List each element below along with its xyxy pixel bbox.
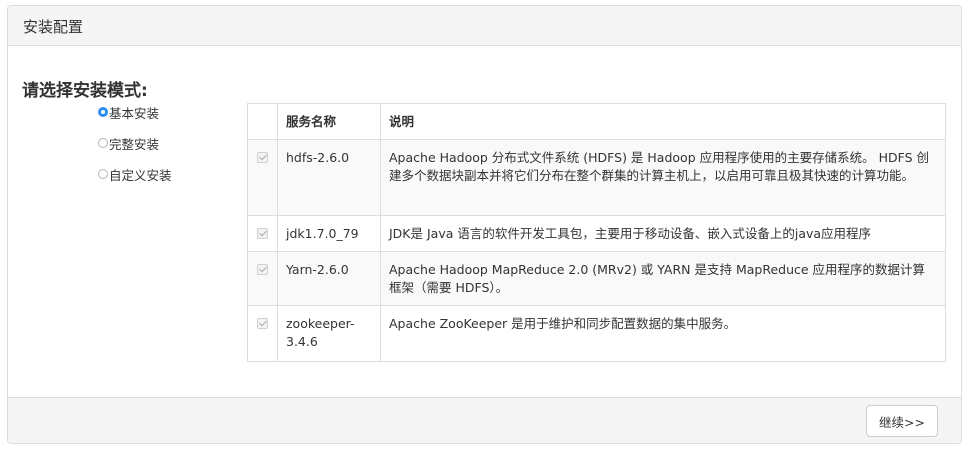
table-row: Yarn-2.6.0 Apache Hadoop MapReduce 2.0 (… — [247, 251, 946, 306]
table-row: zookeeper-3.4.6 Apache ZooKeeper 是用于维护和同… — [247, 305, 946, 362]
radio-custom-install[interactable]: 自定义安装 — [98, 166, 172, 183]
panel-title: 安装配置 — [23, 18, 84, 36]
service-name: jdk1.7.0_79 — [277, 215, 381, 252]
table-row: hdfs-2.6.0 Apache Hadoop 分布式文件系统 (HDFS) … — [247, 139, 946, 216]
service-name: Yarn-2.6.0 — [277, 251, 381, 306]
service-description: Apache ZooKeeper 是用于维护和同步配置数据的集中服务。 — [380, 305, 946, 362]
service-description: JDK是 Java 语言的软件开发工具包，主要用于移动设备、嵌入式设备上的jav… — [380, 215, 946, 252]
header-service-name: 服务名称 — [277, 103, 381, 140]
checkbox-checked-icon[interactable] — [257, 318, 268, 329]
checkbox-checked-icon[interactable] — [257, 264, 268, 275]
checkbox-checked-icon[interactable] — [257, 228, 268, 239]
row-checkbox-cell — [247, 305, 278, 362]
install-mode-options: 基本安装 完整安装 自定义安装 — [98, 104, 172, 197]
header-description: 说明 — [380, 103, 946, 140]
services-table: 服务名称 说明 hdfs-2.6.0 Apache Hadoop 分布式文件系统… — [247, 103, 946, 362]
install-mode-heading: 请选择安装模式: — [22, 81, 148, 101]
table-row: jdk1.7.0_79 JDK是 Java 语言的软件开发工具包，主要用于移动设… — [247, 215, 946, 252]
service-name: zookeeper-3.4.6 — [277, 305, 381, 362]
service-description: Apache Hadoop MapReduce 2.0 (MRv2) 或 YAR… — [380, 251, 946, 306]
radio-label: 基本安装 — [109, 105, 160, 121]
service-description: Apache Hadoop 分布式文件系统 (HDFS) 是 Hadoop 应用… — [380, 139, 946, 216]
header-checkbox-cell — [247, 103, 278, 140]
table-header-row: 服务名称 说明 — [247, 103, 946, 140]
radio-label: 完整安装 — [109, 136, 160, 152]
radio-label: 自定义安装 — [109, 167, 172, 183]
radio-full-install[interactable]: 完整安装 — [98, 135, 172, 152]
radio-unchecked-icon[interactable] — [98, 169, 108, 179]
install-config-panel: 安装配置 请选择安装模式: 基本安装 完整安装 自定义安装 服务名称 说明 hd… — [7, 5, 962, 444]
panel-footer: 继续>> — [8, 397, 961, 443]
service-name: hdfs-2.6.0 — [277, 139, 381, 216]
panel-heading: 安装配置 — [8, 6, 961, 46]
row-checkbox-cell — [247, 139, 278, 216]
radio-checked-icon[interactable] — [98, 107, 108, 117]
row-checkbox-cell — [247, 251, 278, 306]
checkbox-checked-icon[interactable] — [257, 152, 268, 163]
continue-button[interactable]: 继续>> — [866, 405, 938, 437]
radio-basic-install[interactable]: 基本安装 — [98, 104, 172, 121]
radio-unchecked-icon[interactable] — [98, 138, 108, 148]
row-checkbox-cell — [247, 215, 278, 252]
